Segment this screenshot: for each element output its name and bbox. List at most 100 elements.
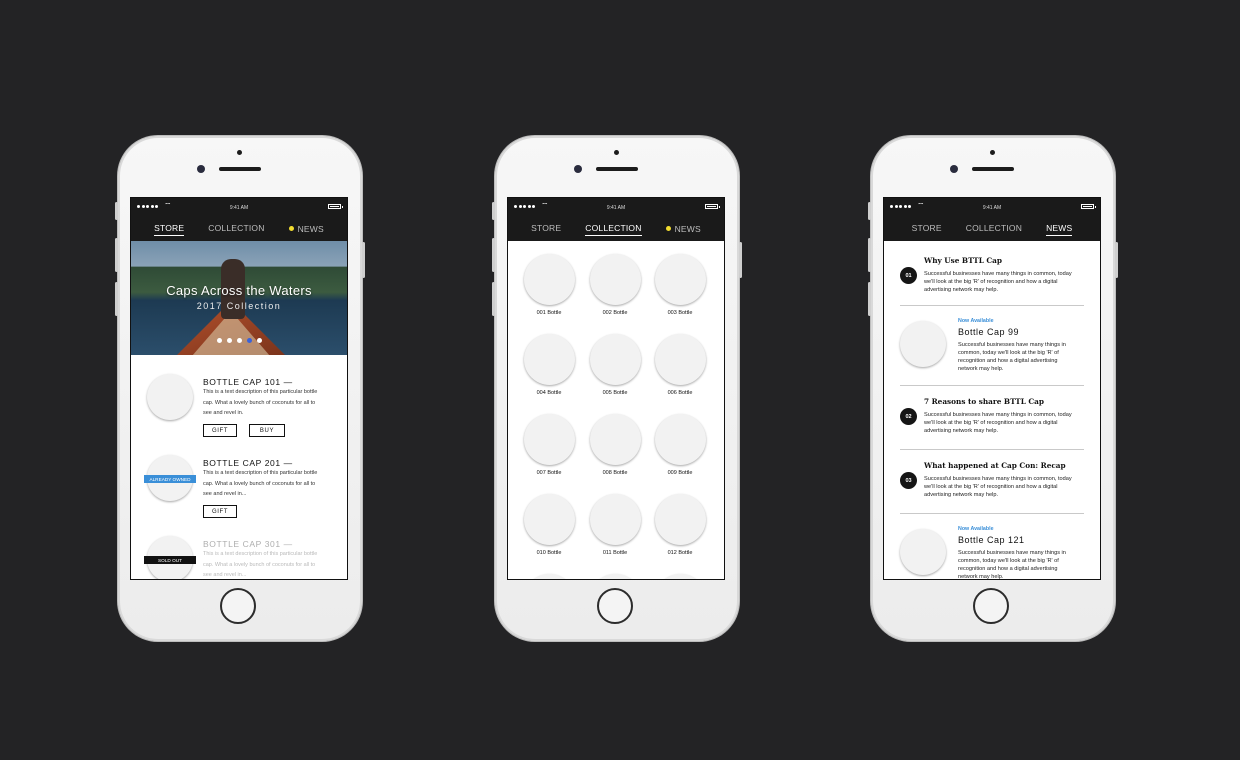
tab-news[interactable]: NEWS (1046, 223, 1073, 236)
item-description: This is a text description of this parti… (203, 551, 318, 578)
item-name: BOTTLE CAP 201 — (203, 458, 293, 468)
collection-item[interactable]: 010 Bottle (522, 494, 576, 556)
collection-item[interactable]: 012 Bottle (653, 494, 707, 556)
top-nav: STORE COLLECTION NEWS (884, 217, 1100, 241)
item-description: This is a text description of this parti… (203, 389, 318, 416)
article-summary: Successful businesses have many things i… (924, 476, 1072, 498)
collection-item[interactable]: 003 Bottle (653, 254, 707, 316)
promo-description: Successful businesses have many things i… (958, 550, 1066, 580)
item-label: 004 Bottle (536, 390, 562, 396)
new-indicator-icon (665, 226, 671, 231)
bottle-cap-image (523, 414, 575, 465)
promo-name: Bottle Cap 99 (958, 327, 1020, 337)
phone-news: ⌔ 9:41 AM STORE COLLECTION NEWS Why Use … (868, 136, 1118, 641)
divider (900, 513, 1084, 514)
bottle-cap-image[interactable] (147, 374, 193, 420)
earpiece-speaker (972, 167, 1014, 171)
collection-item[interactable]: 004 Bottle (522, 334, 576, 396)
article-headline: 7 Reasons to share BTTL Cap (924, 397, 1045, 406)
carousel-dots (131, 338, 347, 343)
item-label: 002 Bottle (602, 310, 628, 316)
availability-label: Now Available (958, 318, 994, 324)
status-time: 9:41 AM (229, 205, 249, 211)
collection-item[interactable]: 006 Bottle (653, 334, 707, 396)
carousel-dot[interactable] (236, 338, 242, 343)
item-label: 009 Bottle (667, 470, 693, 476)
home-button[interactable] (597, 588, 633, 624)
collection-item-partial[interactable] (522, 574, 576, 579)
front-camera (574, 165, 582, 173)
tab-news[interactable]: NEWS (288, 224, 324, 234)
bottle-cap-image (654, 494, 706, 545)
volume-up-button (492, 238, 495, 272)
tab-collection[interactable]: COLLECTION (208, 223, 264, 236)
hero-carousel[interactable]: Caps Across the Waters 2017 Collection (131, 241, 347, 355)
collection-screen: ⌔ 9:41 AM STORE COLLECTION NEWS 001 Bott… (507, 197, 725, 580)
home-button[interactable] (220, 588, 256, 624)
volume-down-button (868, 282, 871, 316)
item-description: This is a text description of this parti… (203, 470, 318, 497)
battery-icon (705, 204, 720, 209)
collection-item[interactable]: 002 Bottle (588, 254, 642, 316)
bottle-cap-image[interactable]: ALREADY OWNED (144, 455, 196, 501)
bottle-cap-image[interactable]: SOLD OUT (144, 536, 196, 579)
bottle-cap-image (654, 414, 706, 465)
item-label: 006 Bottle (667, 390, 693, 396)
collection-item[interactable]: 001 Bottle (522, 254, 576, 316)
volume-down-button (492, 282, 495, 316)
sensor-dot (990, 150, 995, 155)
bottle-cap-image (589, 334, 641, 385)
carousel-dot[interactable] (226, 338, 232, 343)
bottle-cap-image (589, 574, 641, 579)
article-summary: Successful businesses have many things i… (924, 271, 1072, 293)
already-owned-badge: ALREADY OWNED (144, 475, 196, 483)
collection-item[interactable]: 008 Bottle (588, 414, 642, 476)
promo-name: Bottle Cap 121 (958, 535, 1025, 545)
collection-item[interactable]: 009 Bottle (653, 414, 707, 476)
status-bar: ⌔ 9:41 AM (131, 198, 347, 217)
carousel-dot-active[interactable] (246, 338, 252, 343)
status-time: 9:41 AM (982, 205, 1002, 211)
article-number: 02 (900, 408, 917, 425)
item-label: 010 Bottle (536, 550, 562, 556)
collection-item[interactable]: 007 Bottle (522, 414, 576, 476)
gift-button[interactable]: GIFT (203, 424, 237, 437)
tab-collection[interactable]: COLLECTION (585, 223, 642, 236)
buy-button[interactable]: BUY (249, 424, 285, 437)
bottle-cap-image (523, 494, 575, 545)
bottle-cap-image (523, 574, 575, 579)
tab-store[interactable]: STORE (912, 223, 942, 236)
volume-up-button (115, 238, 118, 272)
collection-item-partial[interactable] (588, 574, 642, 579)
power-button (739, 242, 742, 278)
promo-description: Successful businesses have many things i… (958, 342, 1066, 372)
article-number: 01 (900, 267, 917, 284)
collection-item-partial[interactable] (653, 574, 707, 579)
status-bar: ⌔ 9:41 AM (508, 198, 724, 217)
news-screen: ⌔ 9:41 AM STORE COLLECTION NEWS Why Use … (883, 197, 1101, 580)
tab-store[interactable]: STORE (531, 223, 561, 236)
article-headline: Why Use BTTL Cap (924, 256, 1003, 265)
item-name: BOTTLE CAP 101 — (203, 377, 293, 387)
carousel-dot[interactable] (216, 338, 222, 343)
home-button[interactable] (973, 588, 1009, 624)
tab-news[interactable]: NEWS (665, 224, 701, 234)
item-label: 011 Bottle (602, 550, 628, 556)
collection-item[interactable]: 005 Bottle (588, 334, 642, 396)
gift-button[interactable]: GIFT (203, 505, 237, 518)
top-nav: STORE COLLECTION NEWS (131, 217, 347, 241)
item-label: 007 Bottle (536, 470, 562, 476)
tab-store[interactable]: STORE (154, 223, 185, 236)
carousel-dot[interactable] (256, 338, 262, 343)
bottle-cap-image (654, 254, 706, 305)
divider (900, 449, 1084, 450)
bottle-cap-image (589, 414, 641, 465)
availability-label: Now Available (958, 526, 994, 532)
tab-collection[interactable]: COLLECTION (966, 223, 1022, 236)
battery-icon (1081, 204, 1096, 209)
item-label: 003 Bottle (667, 310, 693, 316)
sensor-dot (237, 150, 242, 155)
front-camera (950, 165, 958, 173)
bottle-cap-image (900, 529, 946, 575)
collection-item[interactable]: 011 Bottle (588, 494, 642, 556)
